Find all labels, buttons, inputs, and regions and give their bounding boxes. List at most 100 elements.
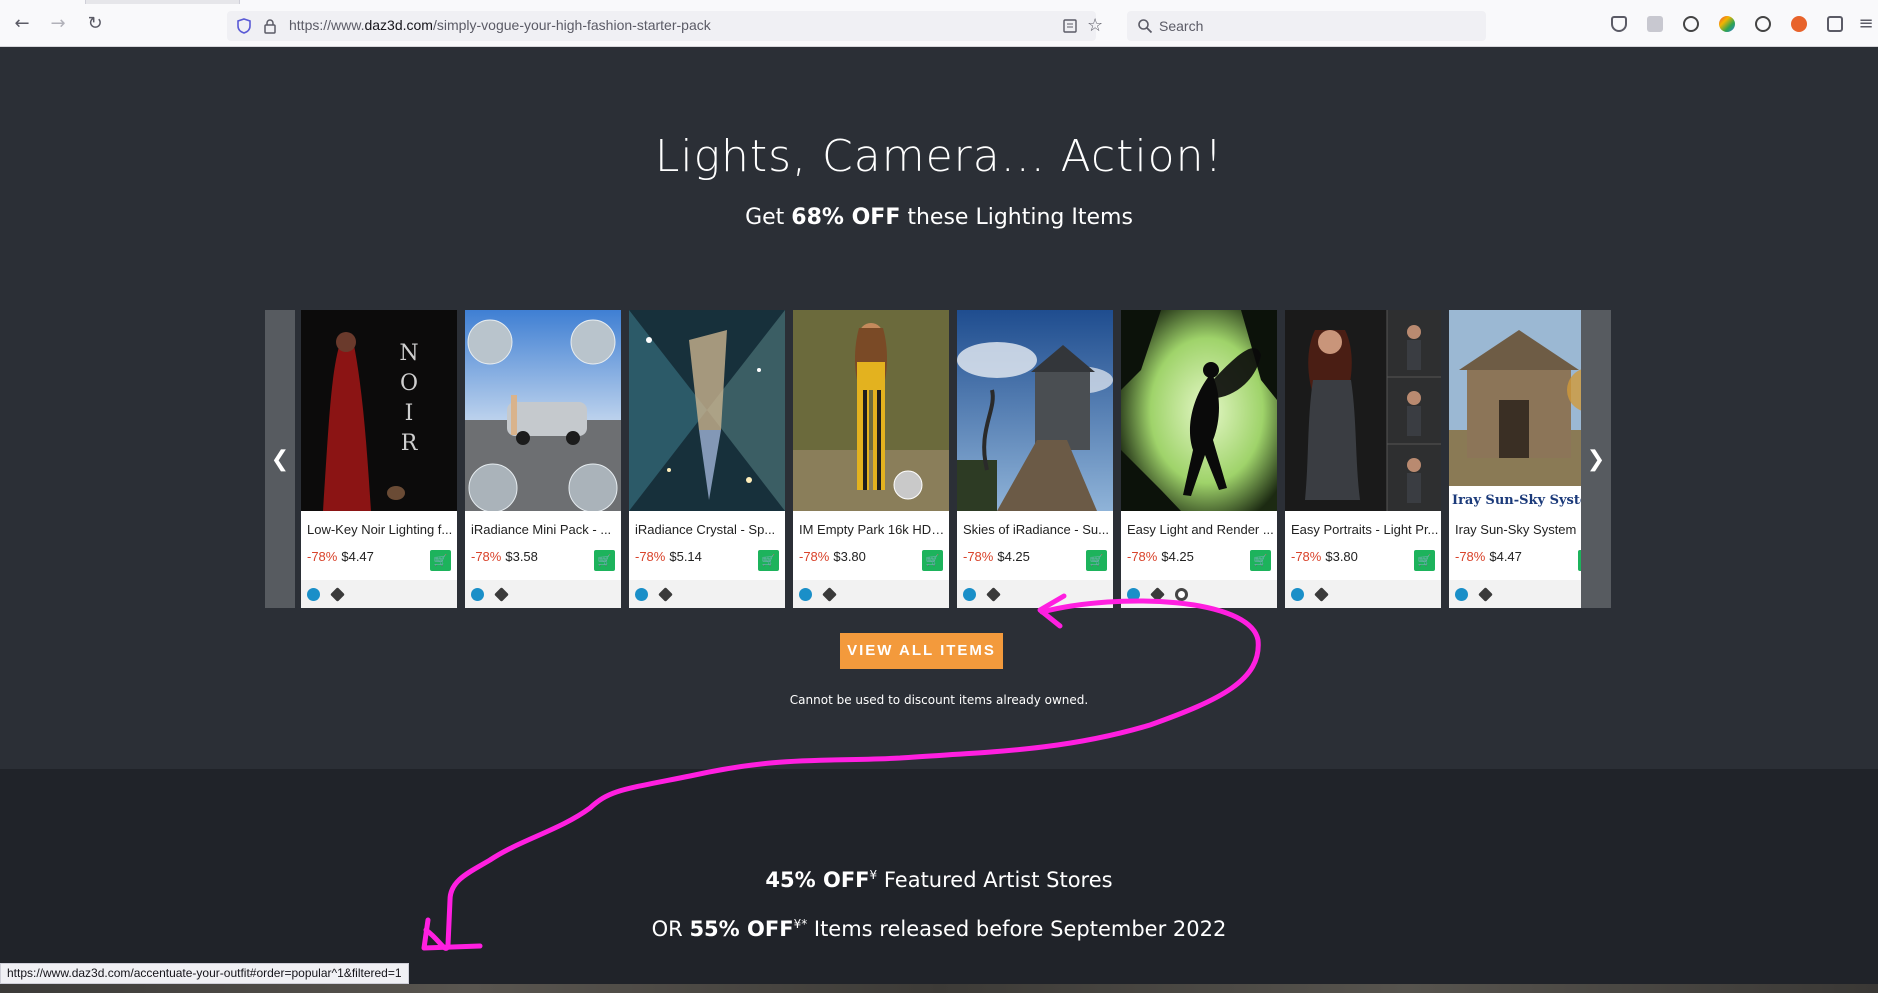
product-thumbnail[interactable] — [957, 310, 1113, 511]
cart-icon: 🛒 — [433, 554, 448, 567]
search-icon — [1138, 19, 1153, 34]
extensions-puzzle-icon[interactable] — [1827, 16, 1843, 32]
product-name[interactable]: iRadiance Crystal - Sp... — [635, 522, 783, 537]
url-text[interactable]: https://www.daz3d.com/simply-vogue-your-… — [289, 17, 711, 33]
forward-icon[interactable]: → — [48, 14, 68, 34]
discount-percent: -78% — [307, 549, 338, 564]
svg-text:Iray Sun-Sky System: Iray Sun-Sky System — [1452, 493, 1581, 508]
back-icon[interactable]: ← — [12, 14, 32, 34]
carousel-next-button[interactable]: ❯ — [1581, 310, 1611, 608]
reload-icon[interactable]: ↻ — [85, 14, 105, 34]
zoom-search-icon[interactable] — [1683, 16, 1699, 32]
compatibility-badges — [957, 580, 1113, 608]
noir-letter: N — [399, 341, 418, 366]
add-to-cart-button[interactable]: 🛒 — [594, 550, 615, 571]
pocket-icon[interactable] — [1611, 16, 1627, 32]
product-thumbnail[interactable] — [1121, 310, 1277, 511]
product-carousel: ❮ ❯ NOIR Low-Key Noir Lighting f... -78%… — [265, 310, 1611, 608]
product-name[interactable]: Easy Portraits - Light Pr... — [1291, 522, 1439, 537]
duckduckgo-icon[interactable] — [1791, 16, 1807, 32]
address-bar[interactable]: https://www.daz3d.com/simply-vogue-your-… — [227, 11, 1103, 41]
product-card[interactable]: iRadiance Mini Pack - ... -78% $3.58 🛒 — [465, 310, 621, 608]
product-price: $4.25 — [1161, 549, 1194, 564]
discount-percent: -78% — [1291, 549, 1322, 564]
product-card[interactable]: Skies of iRadiance - Su... -78% $4.25 🛒 — [957, 310, 1113, 608]
product-thumbnail[interactable]: NOIR — [301, 310, 457, 511]
product-card[interactable]: Easy Portraits - Light Pr... -78% $3.80 🛒 — [1285, 310, 1441, 608]
add-to-cart-button[interactable]: 🛒 — [1578, 550, 1581, 571]
page-icon[interactable] — [1647, 16, 1663, 32]
cart-icon: 🛒 — [925, 554, 940, 567]
magnifier-extension-icon[interactable] — [1755, 16, 1771, 32]
daz-studio-badge-icon — [1455, 588, 1468, 601]
product-card[interactable]: iRadiance Crystal - Sp... -78% $5.14 🛒 — [629, 310, 785, 608]
add-to-cart-button[interactable]: 🛒 — [1414, 550, 1435, 571]
product-name[interactable]: IM Empty Park 16k HDRIs — [799, 522, 947, 537]
product-card[interactable]: NOIR Low-Key Noir Lighting f... -78% $4.4… — [301, 310, 457, 608]
product-thumbnail[interactable]: Iray Sun-Sky System — [1449, 310, 1581, 511]
daz-studio-badge-icon — [471, 588, 484, 601]
lock-icon[interactable] — [263, 18, 277, 34]
compatibility-badges — [465, 580, 621, 608]
add-to-cart-button[interactable]: 🛒 — [430, 550, 451, 571]
banner-image-edge — [0, 984, 1878, 993]
add-to-cart-button[interactable]: 🛒 — [922, 550, 943, 571]
daz-studio-badge-icon — [1291, 588, 1304, 601]
discount-percent: -78% — [1455, 549, 1486, 564]
cart-icon: 🛒 — [1089, 554, 1104, 567]
promo-section: 45% OFF¥ Featured Artist Stores OR 55% O… — [0, 769, 1878, 993]
iray-badge-icon — [494, 587, 509, 602]
product-name[interactable]: Skies of iRadiance - Su... — [963, 522, 1111, 537]
product-price: $4.47 — [1489, 549, 1522, 564]
product-price: $3.58 — [505, 549, 538, 564]
compatibility-badges — [1285, 580, 1441, 608]
iray-badge-icon — [1478, 587, 1493, 602]
carousel-prev-button[interactable]: ❮ — [265, 310, 295, 608]
iray-badge-icon — [658, 587, 673, 602]
section-headline: Lights, Camera... Action! — [654, 131, 1224, 182]
product-pricing: -78% $4.47 — [1455, 549, 1522, 564]
cart-icon: 🛒 — [1417, 554, 1432, 567]
daz-studio-badge-icon — [635, 588, 648, 601]
product-thumbnail[interactable] — [629, 310, 785, 511]
daz-studio-badge-icon — [963, 588, 976, 601]
menu-icon[interactable]: ≡ — [1856, 14, 1876, 34]
lighting-section: Lights, Camera... Action! Get 68% OFF th… — [0, 47, 1878, 769]
noir-letter: R — [401, 431, 419, 456]
product-pricing: -78% $3.58 — [471, 549, 538, 564]
product-price: $3.80 — [833, 549, 866, 564]
product-thumbnail[interactable] — [793, 310, 949, 511]
product-name[interactable]: iRadiance Mini Pack - ... — [471, 522, 619, 537]
colorful-extension-icon[interactable] — [1719, 16, 1735, 32]
add-to-cart-button[interactable]: 🛒 — [1250, 550, 1271, 571]
search-placeholder: Search — [1159, 18, 1204, 34]
product-name[interactable]: Iray Sun-Sky System — [1455, 522, 1581, 537]
iray-badge-icon — [1150, 587, 1165, 602]
bookmark-star-icon[interactable]: ☆ — [1087, 15, 1103, 36]
product-thumbnail[interactable] — [465, 310, 621, 511]
reader-view-icon[interactable] — [1063, 18, 1077, 34]
daz-studio-badge-icon — [307, 588, 320, 601]
product-name[interactable]: Easy Light and Render ... — [1127, 522, 1275, 537]
carousel-track: NOIR Low-Key Noir Lighting f... -78% $4.4… — [301, 310, 1581, 608]
add-to-cart-button[interactable]: 🛒 — [758, 550, 779, 571]
product-card[interactable]: IM Empty Park 16k HDRIs -78% $3.80 🛒 — [793, 310, 949, 608]
3delight-badge-icon — [1175, 588, 1188, 601]
search-bar[interactable]: Search — [1127, 11, 1486, 41]
product-thumbnail[interactable] — [1285, 310, 1441, 511]
link-status-bar: https://www.daz3d.com/accentuate-your-ou… — [0, 963, 409, 984]
product-name[interactable]: Low-Key Noir Lighting f... — [307, 522, 455, 537]
browser-toolbar: ← → ↻ https://www.daz3d.com/simply-vogue… — [0, 0, 1878, 47]
product-card[interactable]: Iray Sun-Sky System Iray Sun-Sky System … — [1449, 310, 1581, 608]
add-to-cart-button[interactable]: 🛒 — [1086, 550, 1107, 571]
tracking-shield-icon[interactable] — [237, 18, 251, 34]
product-pricing: -78% $4.25 — [1127, 549, 1194, 564]
iray-badge-icon — [822, 587, 837, 602]
product-card[interactable]: Easy Light and Render ... -78% $4.25 🛒 — [1121, 310, 1277, 608]
compatibility-badges — [1121, 580, 1277, 608]
active-tab-edge[interactable] — [85, 0, 240, 4]
noir-letter: O — [400, 371, 418, 396]
iray-badge-icon — [330, 587, 345, 602]
view-all-items-button[interactable]: VIEW ALL ITEMS — [840, 633, 1003, 669]
compatibility-badges — [301, 580, 457, 608]
